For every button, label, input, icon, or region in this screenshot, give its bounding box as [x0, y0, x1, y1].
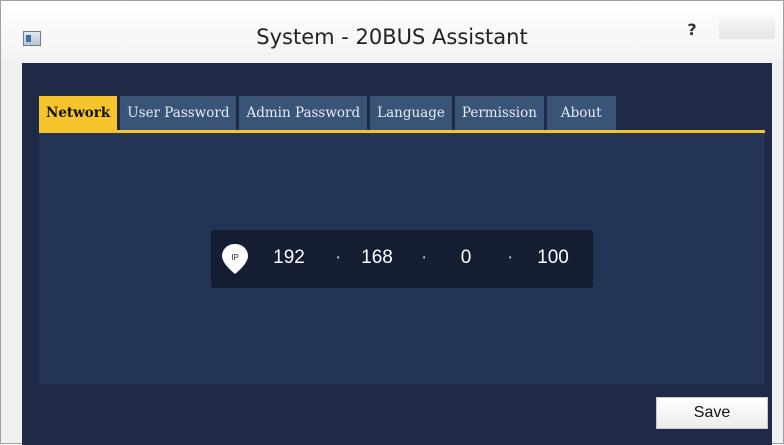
window-title: System - 20BUS Assistant: [256, 25, 528, 49]
ip-octet-1[interactable]: 192: [269, 247, 309, 269]
ip-octet-4[interactable]: 100: [533, 247, 573, 269]
tab-language[interactable]: Language: [370, 96, 452, 130]
network-panel: IP 192 · 168 · 0 · 100: [39, 133, 765, 384]
tab-admin-password[interactable]: Admin Password: [239, 96, 368, 130]
app-window: System - 20BUS Assistant ? Network User …: [0, 0, 784, 445]
svg-text:IP: IP: [231, 253, 239, 262]
save-button[interactable]: Save: [656, 397, 768, 429]
ip-octet-2[interactable]: 168: [357, 247, 397, 269]
title-bar[interactable]: System - 20BUS Assistant ?: [1, 1, 783, 61]
close-button[interactable]: [719, 17, 775, 39]
ip-octet-3[interactable]: 0: [451, 247, 481, 269]
tab-bar: Network User Password Admin Password Lan…: [39, 96, 619, 130]
main-panel: Network User Password Admin Password Lan…: [22, 63, 772, 445]
tab-network[interactable]: Network: [39, 96, 118, 130]
tab-about[interactable]: About: [546, 96, 616, 130]
ip-address-field[interactable]: IP 192 · 168 · 0 · 100: [211, 230, 593, 288]
help-button[interactable]: ?: [681, 19, 703, 41]
ip-pin-icon: IP: [222, 244, 248, 274]
ip-separator: ·: [421, 247, 428, 268]
ip-separator: ·: [507, 247, 514, 268]
tab-user-password[interactable]: User Password: [120, 96, 237, 130]
tab-permission[interactable]: Permission: [454, 96, 544, 130]
ip-separator: ·: [335, 247, 342, 268]
